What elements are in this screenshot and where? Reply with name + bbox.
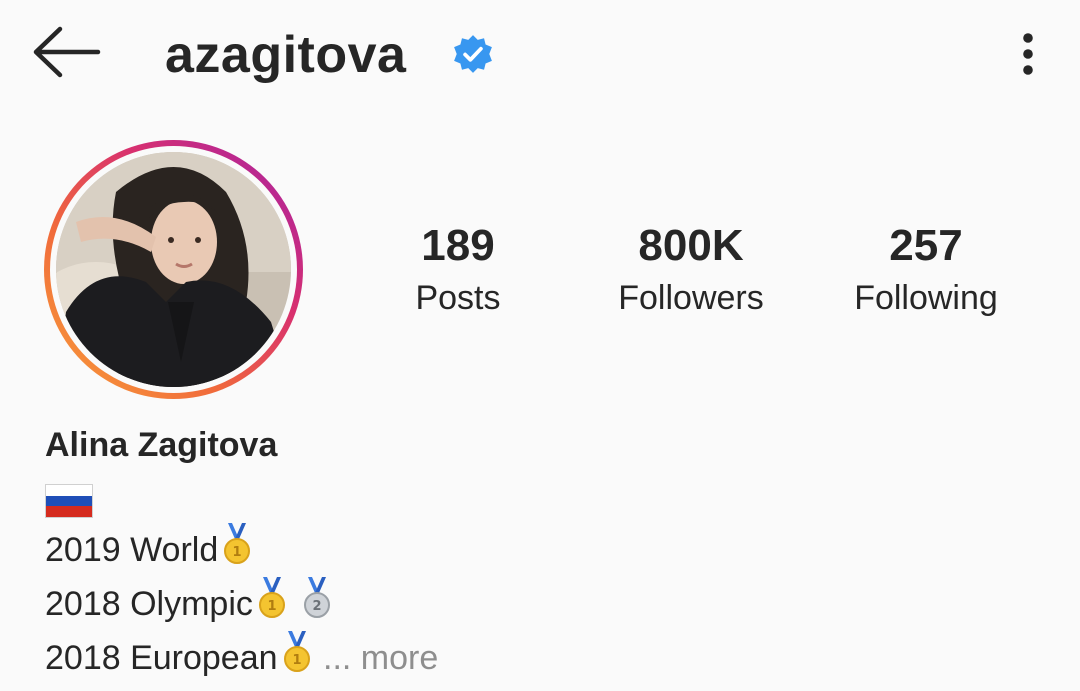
russia-flag-icon xyxy=(45,484,93,519)
back-button[interactable] xyxy=(28,22,104,82)
svg-text:2: 2 xyxy=(313,599,322,614)
more-ellipsis: ... xyxy=(323,639,352,677)
followers-count: 800K xyxy=(638,221,744,270)
avatar[interactable] xyxy=(56,152,291,387)
profile-header: azagitova xyxy=(0,0,1080,110)
verified-badge-icon xyxy=(452,33,494,75)
posts-count: 189 xyxy=(421,221,495,270)
followers-stat[interactable]: 800K Followers xyxy=(581,218,801,322)
options-menu-button[interactable] xyxy=(1005,24,1051,84)
following-stat[interactable]: 257 Following xyxy=(816,218,1036,322)
svg-text:1: 1 xyxy=(267,599,276,614)
back-arrow-icon xyxy=(33,26,101,78)
profile-photo xyxy=(56,152,291,387)
following-label: Following xyxy=(854,279,998,317)
bio-line-text: 2018 European xyxy=(45,639,278,677)
bio-more-link[interactable]: ... more xyxy=(323,639,438,677)
gold-medal-icon: 1 xyxy=(220,523,254,565)
bio-line: 2018 European 1 ... more xyxy=(45,631,1005,685)
profile-username: azagitova xyxy=(165,26,407,84)
followers-label: Followers xyxy=(618,279,764,317)
more-label: more xyxy=(360,639,439,677)
bio-line-text: 2019 World xyxy=(45,531,219,569)
profile-bio: Alina Zagitova 2019 World 1 2018 Olympic 1… xyxy=(45,420,1005,685)
silver-medal-icon: 2 xyxy=(300,577,334,619)
svg-text:1: 1 xyxy=(233,545,242,560)
story-ring[interactable] xyxy=(44,140,303,399)
following-count: 257 xyxy=(889,221,963,270)
svg-text:1: 1 xyxy=(292,653,301,668)
bio-line: 2019 World 1 xyxy=(45,523,1005,577)
more-vertical-icon xyxy=(1023,33,1033,75)
bio-flag-line xyxy=(45,470,1005,523)
full-name: Alina Zagitova xyxy=(45,426,278,464)
gold-medal-icon: 1 xyxy=(280,631,314,673)
bio-line: 2018 Olympic 1 2 xyxy=(45,577,1005,631)
posts-label: Posts xyxy=(415,279,501,317)
gold-medal-icon: 1 xyxy=(255,577,289,619)
posts-stat[interactable]: 189 Posts xyxy=(348,218,568,322)
bio-line-text: 2018 Olympic xyxy=(45,585,253,623)
